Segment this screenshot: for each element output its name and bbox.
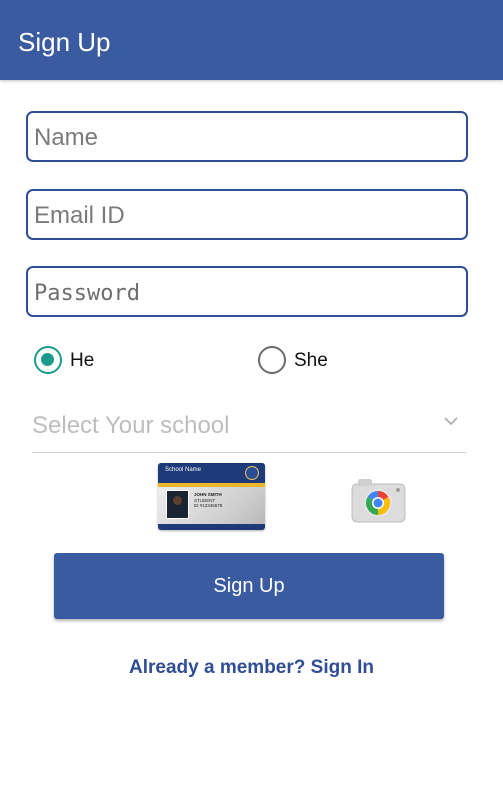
id-card-footer: [158, 524, 265, 530]
email-field[interactable]: Email ID: [26, 189, 468, 240]
school-seal-icon: [245, 466, 259, 480]
school-select-placeholder: Select Your school: [32, 412, 230, 439]
sign-in-link[interactable]: Already a member? Sign In: [0, 657, 503, 679]
password-placeholder: Password: [34, 281, 140, 306]
radio-label-she: She: [294, 350, 328, 371]
email-placeholder: Email ID: [34, 202, 125, 229]
sign-up-button[interactable]: Sign Up: [54, 553, 444, 619]
id-card-school-name: School Name: [165, 467, 202, 473]
app-bar: Sign Up: [0, 0, 503, 80]
name-field[interactable]: Name: [26, 111, 468, 162]
camera-icon[interactable]: [350, 477, 407, 524]
radio-label-he: He: [70, 350, 95, 371]
password-field[interactable]: Password: [26, 266, 468, 317]
id-card-photo: [166, 490, 189, 519]
id-card-stripe: [158, 483, 265, 487]
page-title: Sign Up: [18, 27, 111, 57]
school-select[interactable]: Select Your school: [32, 404, 466, 453]
radio-unchecked-icon[interactable]: [258, 346, 286, 374]
chevron-down-icon: [444, 417, 458, 426]
id-card-number: ID #12345678: [194, 503, 223, 508]
name-placeholder: Name: [34, 124, 99, 151]
id-card-image[interactable]: School Name JOHN SMITH STUDENT ID #12345…: [158, 463, 265, 530]
radio-checked-icon[interactable]: [34, 346, 62, 374]
id-card-student-name: JOHN SMITH: [194, 492, 222, 497]
